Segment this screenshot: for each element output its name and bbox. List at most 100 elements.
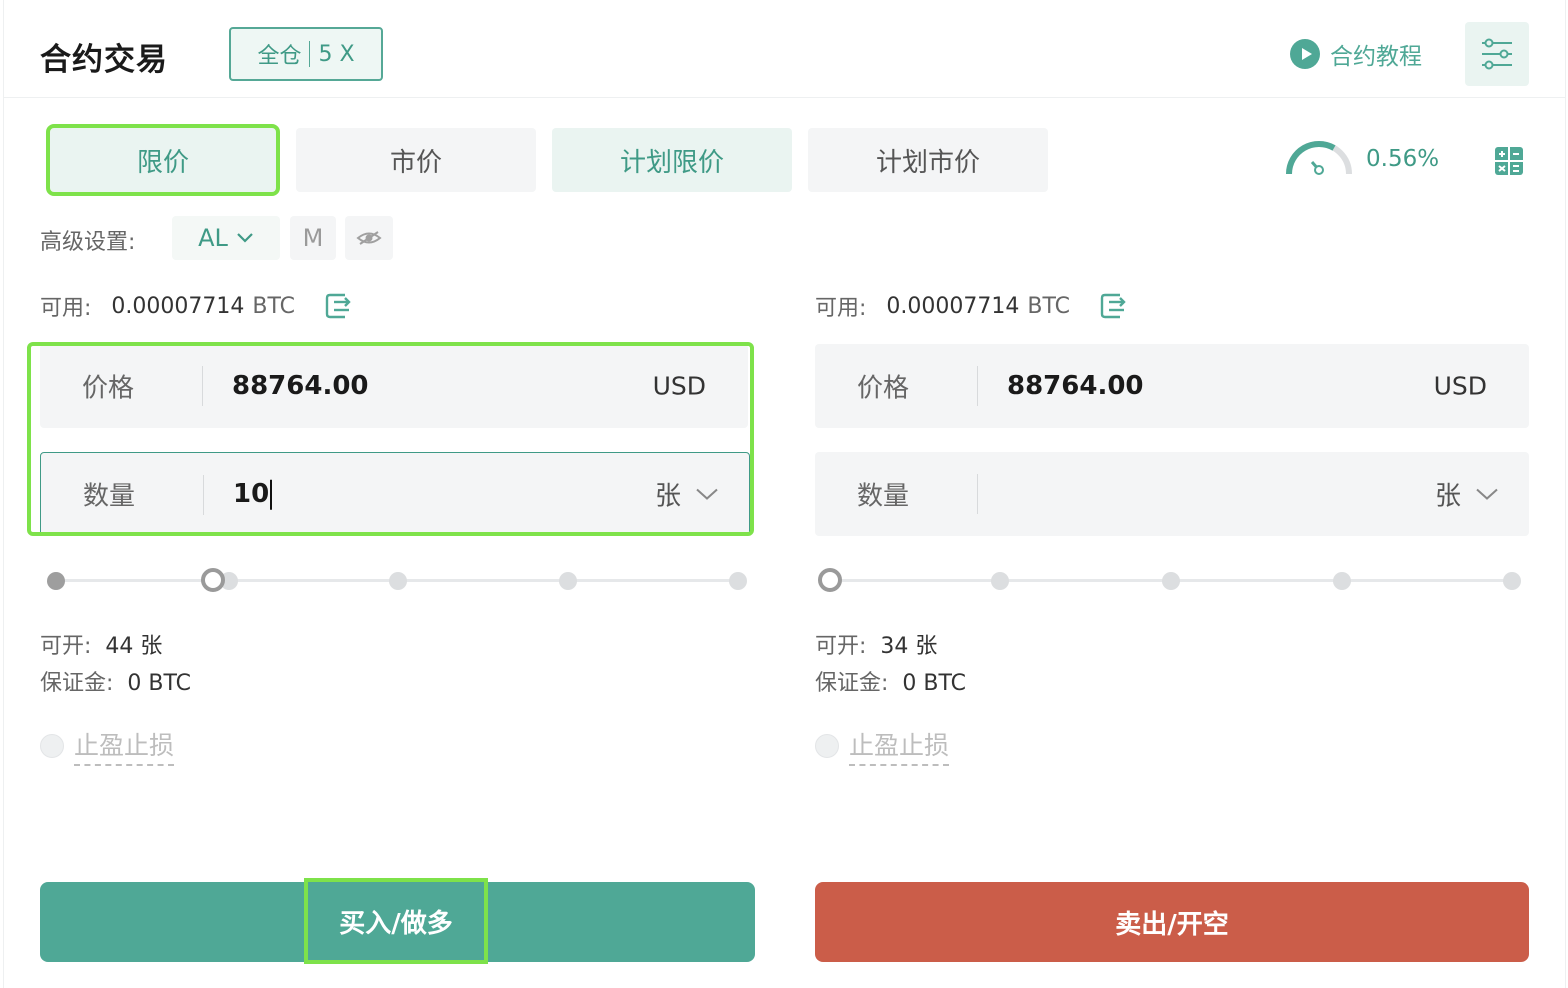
transfer-icon <box>325 293 351 319</box>
sell-tpsl-option[interactable]: 止盈止损 <box>815 726 950 766</box>
tutorial-link[interactable]: 合约教程 <box>1290 38 1422 70</box>
sell-available-unit: BTC <box>1027 293 1070 319</box>
buy-quantity-field[interactable]: 数量 10 张 <box>40 452 750 536</box>
al-label: AL <box>198 224 228 252</box>
buy-can-open-label: 可开: <box>40 634 92 659</box>
sell-qty-unit: 张 <box>1434 481 1461 512</box>
buy-button-label-wrap: 买入/做多 <box>304 878 488 964</box>
panel-border-left <box>3 0 4 988</box>
chevron-down-icon <box>237 233 253 243</box>
tab-plan-limit[interactable]: 计划限价 <box>552 128 792 192</box>
sell-margin-row: 保证金: 0 BTC <box>815 665 966 697</box>
sell-price-unit: USD <box>1433 371 1487 401</box>
buy-margin-row: 保证金: 0 BTC <box>40 665 191 697</box>
buy-available-row: 可用: 0.00007714 BTC <box>40 290 353 322</box>
slider-stop-100[interactable] <box>1503 572 1521 590</box>
buy-button-label: 买入/做多 <box>339 908 453 939</box>
sell-tpsl-label: 止盈止损 <box>849 726 950 766</box>
buy-tpsl-option[interactable]: 止盈止损 <box>40 726 175 766</box>
chevron-down-icon <box>1476 488 1498 500</box>
buy-available-unit: BTC <box>252 293 295 319</box>
sell-can-open-row: 可开: 34 张 <box>815 628 937 660</box>
visibility-toggle-button[interactable] <box>345 216 393 260</box>
sell-price-input[interactable]: 88764.00 <box>1007 371 1144 401</box>
sell-price-field[interactable]: 价格 88764.00 USD <box>815 344 1529 428</box>
buy-qty-label: 数量 <box>83 481 136 512</box>
buy-quantity-slider[interactable] <box>44 568 750 592</box>
field-divider <box>203 475 204 515</box>
buy-qty-unit: 张 <box>654 481 681 512</box>
sell-can-open-label: 可开: <box>815 634 867 659</box>
slider-stop-75[interactable] <box>1333 572 1351 590</box>
sell-transfer-button[interactable] <box>1100 293 1128 319</box>
sell-can-open-value: 34 张 <box>880 634 938 659</box>
buy-margin-value: 0 BTC <box>127 671 192 696</box>
sell-available-value: 0.00007714 <box>886 293 1020 319</box>
buy-available-value: 0.00007714 <box>111 293 245 319</box>
sell-margin-label: 保证金: <box>815 671 889 696</box>
leverage-label: 5 X <box>318 41 355 67</box>
sell-qty-unit-dropdown[interactable]: 张 <box>1435 476 1499 513</box>
tab-market[interactable]: 市价 <box>296 128 536 192</box>
buy-margin-label: 保证金: <box>40 671 114 696</box>
slider-stop-0[interactable] <box>47 572 65 590</box>
m-button[interactable]: M <box>290 216 336 260</box>
tpsl-radio[interactable] <box>40 734 64 758</box>
buy-qty-unit-dropdown[interactable]: 张 <box>655 476 719 513</box>
margin-mode-label: 全仓 <box>257 44 302 69</box>
buy-tpsl-label: 止盈止损 <box>74 726 175 766</box>
speedometer-icon[interactable] <box>1284 138 1354 178</box>
advanced-settings-label: 高级设置: <box>40 230 136 255</box>
sell-available-label: 可用: <box>815 296 867 321</box>
eye-off-icon <box>356 231 382 245</box>
buy-price-input[interactable]: 88764.00 <box>232 371 369 401</box>
slider-stop-50[interactable] <box>1162 572 1180 590</box>
buy-price-label: 价格 <box>82 373 135 404</box>
buy-can-open-value: 44 张 <box>105 634 163 659</box>
field-divider <box>977 366 978 406</box>
buy-price-field[interactable]: 价格 88764.00 USD <box>40 344 748 428</box>
settings-button[interactable] <box>1465 22 1529 86</box>
buy-price-unit: USD <box>652 371 706 401</box>
buy-qty-value: 10 <box>233 478 270 509</box>
sell-quantity-field[interactable]: 数量 张 <box>815 452 1529 536</box>
header-divider <box>3 97 1566 98</box>
buy-available-label: 可用: <box>40 296 92 321</box>
pill-divider <box>309 41 311 67</box>
tutorial-label: 合约教程 <box>1330 44 1422 70</box>
sell-quantity-slider[interactable] <box>818 568 1524 592</box>
field-divider <box>202 366 203 406</box>
sliders-icon <box>1482 38 1512 70</box>
slider-handle[interactable] <box>818 568 842 592</box>
tab-plan-market[interactable]: 计划市价 <box>808 128 1048 192</box>
chevron-down-icon <box>696 488 718 500</box>
sell-price-label: 价格 <box>857 373 910 404</box>
margin-leverage-selector[interactable]: 全仓 5 X <box>229 27 383 81</box>
play-circle-icon <box>1290 39 1320 69</box>
field-divider <box>977 474 978 514</box>
slider-stop-25[interactable] <box>991 572 1009 590</box>
panel-border-right <box>1565 0 1566 988</box>
futures-order-panel: 合约交易 全仓 5 X 合约教程 限价 市价 计划限价 计划市价 0.56% 高… <box>0 0 1568 988</box>
sell-button-label: 卖出/开空 <box>1115 909 1229 940</box>
buy-transfer-button[interactable] <box>325 293 353 319</box>
buy-can-open-row: 可开: 44 张 <box>40 628 162 660</box>
transfer-icon <box>1100 293 1126 319</box>
slider-stop-100[interactable] <box>729 572 747 590</box>
al-dropdown[interactable]: AL <box>172 216 280 260</box>
text-caret <box>270 479 273 510</box>
buy-qty-input[interactable]: 10 <box>233 478 273 510</box>
tab-limit[interactable]: 限价 <box>46 124 280 196</box>
fee-rate-value: 0.56% <box>1366 146 1440 172</box>
slider-stop-50[interactable] <box>389 572 407 590</box>
buy-long-button[interactable]: 买入/做多 <box>40 878 755 964</box>
sell-margin-value: 0 BTC <box>902 671 967 696</box>
calculator-icon[interactable] <box>1494 146 1524 176</box>
slider-handle[interactable] <box>201 568 225 592</box>
sell-available-row: 可用: 0.00007714 BTC <box>815 290 1128 322</box>
slider-stop-75[interactable] <box>559 572 577 590</box>
tpsl-radio[interactable] <box>815 734 839 758</box>
sell-qty-label: 数量 <box>857 481 910 512</box>
page-title: 合约交易 <box>40 42 168 78</box>
sell-short-button[interactable]: 卖出/开空 <box>815 882 1529 962</box>
